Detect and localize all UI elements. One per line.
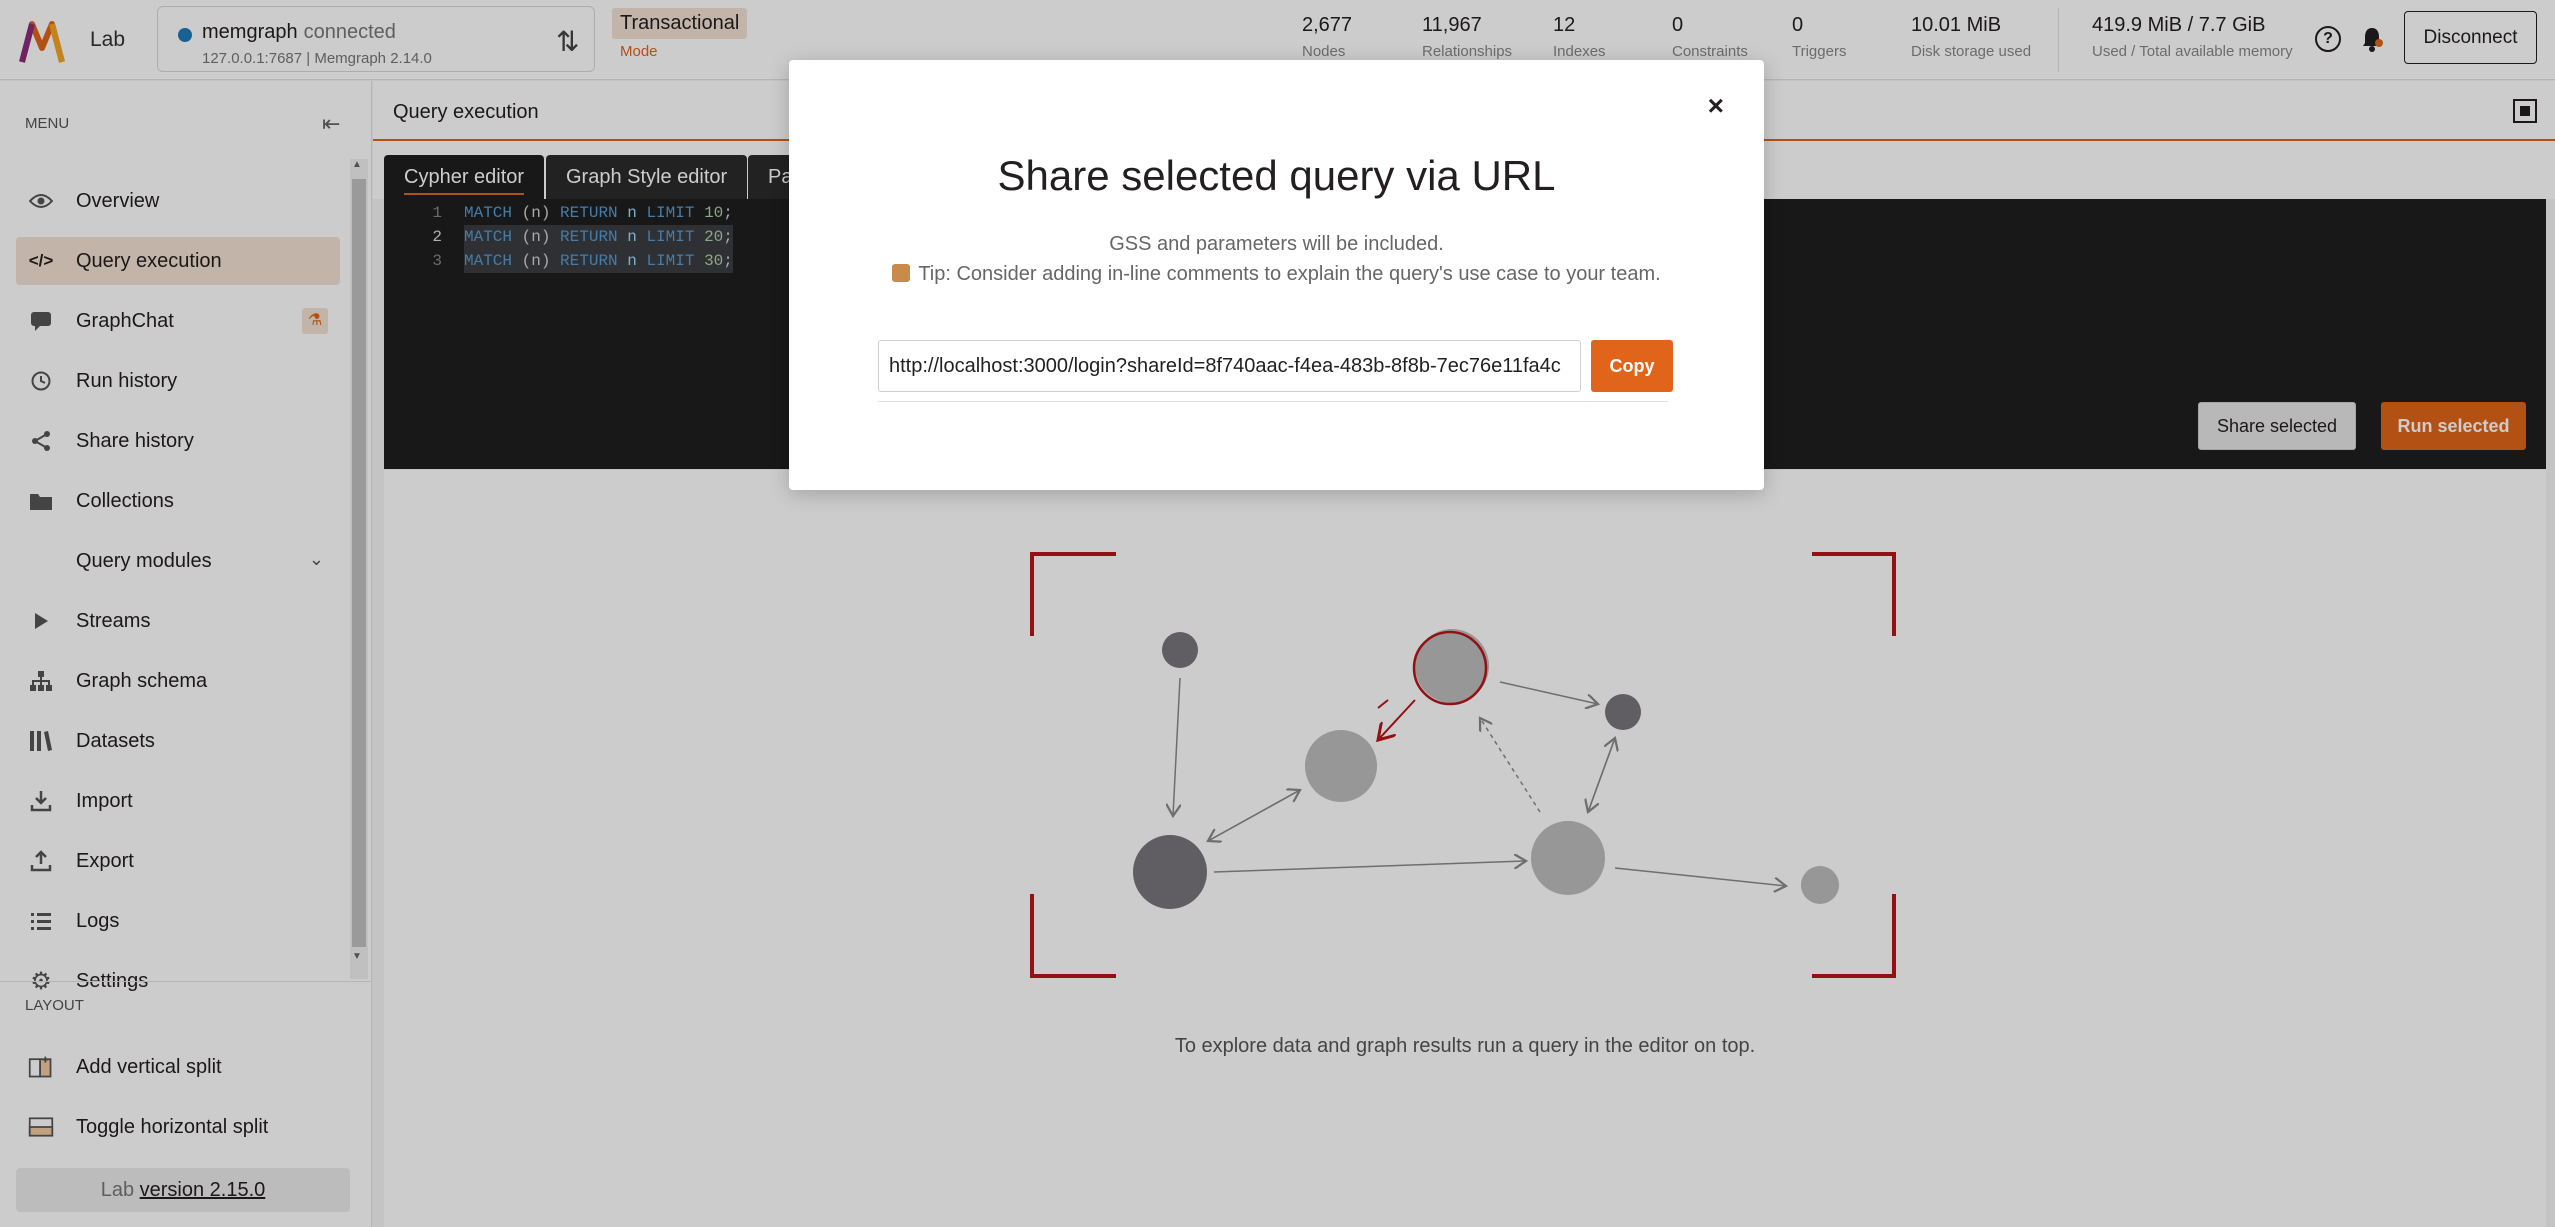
- share-url-field[interactable]: [878, 340, 1581, 392]
- modal-tip: Tip: Consider adding in-line comments to…: [789, 263, 1764, 286]
- close-icon[interactable]: ×: [1708, 90, 1724, 122]
- tip-text: Tip: Consider adding in-line comments to…: [918, 263, 1661, 285]
- share-query-modal: × Share selected query via URL GSS and p…: [789, 60, 1764, 490]
- copy-button[interactable]: Copy: [1591, 340, 1673, 392]
- modal-title: Share selected query via URL: [997, 152, 1556, 199]
- url-divider: [878, 401, 1668, 402]
- tip-icon: [892, 264, 911, 282]
- modal-subtitle: GSS and parameters will be included.: [1109, 233, 1444, 255]
